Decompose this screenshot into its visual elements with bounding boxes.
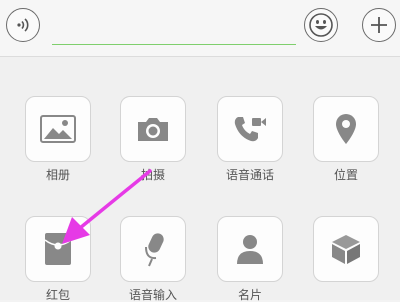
pointer-arrow-icon [62, 169, 152, 244]
